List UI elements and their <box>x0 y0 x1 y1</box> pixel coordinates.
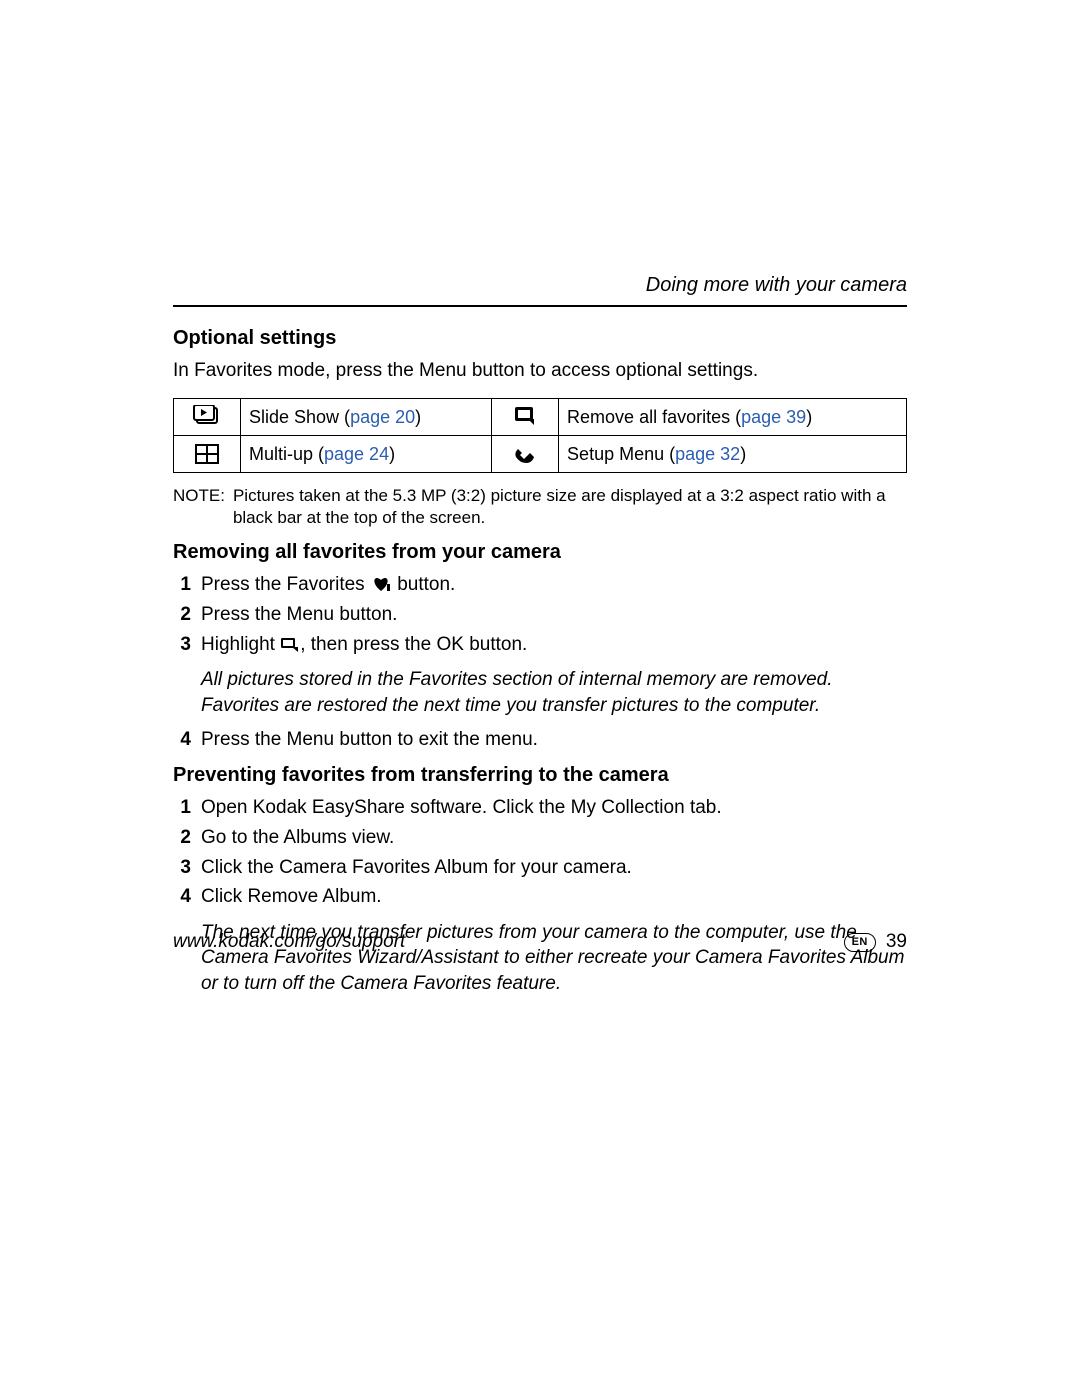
step3-b: , then press the OK button. <box>300 634 527 655</box>
cell-multiup-icon <box>174 435 241 472</box>
step-body: Press the Favorites button. <box>201 572 907 598</box>
step-number: 3 <box>173 632 191 658</box>
step-body: Click the Camera Favorites Album for you… <box>201 855 907 881</box>
remove-favorites-tail: ) <box>806 407 812 427</box>
step-number: 4 <box>173 884 191 910</box>
step-body: Open Kodak EasyShare software. Click the… <box>201 795 907 821</box>
step-body: Click Remove Album. <box>201 884 907 910</box>
list-item: 3 Highlight , then press the OK button. <box>173 632 907 658</box>
cell-setup: Setup Menu (page 32) <box>559 435 907 472</box>
page-number: 39 <box>886 929 907 955</box>
note-label: NOTE: <box>173 485 225 529</box>
step-number: 3 <box>173 855 191 881</box>
page: Doing more with your camera Optional set… <box>0 0 1080 1397</box>
list-item: 4 Click Remove Album. <box>173 884 907 910</box>
footer: www.kodak.com/go/support EN 39 <box>173 929 907 955</box>
step-body: Press the Menu button. <box>201 602 907 628</box>
removing-steps: 1 Press the Favorites button. 2 Press th… <box>173 572 907 657</box>
optional-intro: In Favorites mode, press the Menu button… <box>173 358 907 384</box>
step-number: 4 <box>173 727 191 753</box>
favorites-heart-icon <box>370 575 392 593</box>
step-number: 1 <box>173 795 191 821</box>
multiup-page-link[interactable]: page 24 <box>324 444 389 464</box>
list-item: 2 Press the Menu button. <box>173 602 907 628</box>
footer-right: EN 39 <box>844 929 907 955</box>
step1-a: Press the Favorites <box>201 574 370 595</box>
note: NOTE: Pictures taken at the 5.3 MP (3:2)… <box>173 485 907 529</box>
remove-favorites-icon <box>500 405 550 429</box>
step3-a: Highlight <box>201 634 280 655</box>
multiup-tail: ) <box>389 444 395 464</box>
note-body: Pictures taken at the 5.3 MP (3:2) pictu… <box>233 485 907 529</box>
setup-tail: ) <box>740 444 746 464</box>
step-number: 2 <box>173 602 191 628</box>
step-number: 1 <box>173 572 191 598</box>
list-item: 2 Go to the Albums view. <box>173 825 907 851</box>
multiup-icon <box>182 444 232 464</box>
cell-setup-icon <box>492 435 559 472</box>
setup-label: Setup Menu ( <box>567 444 675 464</box>
remove-favorites-label: Remove all favorites ( <box>567 407 741 427</box>
heading-optional-settings: Optional settings <box>173 325 907 352</box>
heading-removing-favorites: Removing all favorites from your camera <box>173 539 907 566</box>
cell-multiup: Multi-up (page 24) <box>241 435 492 472</box>
cell-slideshow: Slide Show (page 20) <box>241 398 492 435</box>
removing-result: All pictures stored in the Favorites sec… <box>201 667 907 718</box>
slideshow-label: Slide Show ( <box>249 407 350 427</box>
removing-steps-cont: 4 Press the Menu button to exit the menu… <box>173 727 907 753</box>
setup-page-link[interactable]: page 32 <box>675 444 740 464</box>
step-body: Press the Menu button to exit the menu. <box>201 727 907 753</box>
step-body: Go to the Albums view. <box>201 825 907 851</box>
list-item: 1 Open Kodak EasyShare software. Click t… <box>173 795 907 821</box>
cell-slideshow-icon <box>174 398 241 435</box>
multiup-label: Multi-up ( <box>249 444 324 464</box>
slideshow-page-link[interactable]: page 20 <box>350 407 415 427</box>
slideshow-icon <box>182 405 232 429</box>
slideshow-tail: ) <box>415 407 421 427</box>
remove-favorites-inline-icon <box>280 637 300 653</box>
footer-url[interactable]: www.kodak.com/go/support <box>173 929 405 955</box>
list-item: 4 Press the Menu button to exit the menu… <box>173 727 907 753</box>
language-badge: EN <box>844 933 876 952</box>
running-head: Doing more with your camera <box>173 272 907 307</box>
setup-icon <box>500 443 550 465</box>
remove-favorites-page-link[interactable]: page 39 <box>741 407 806 427</box>
step-number: 2 <box>173 825 191 851</box>
list-item: 3 Click the Camera Favorites Album for y… <box>173 855 907 881</box>
list-item: 1 Press the Favorites button. <box>173 572 907 598</box>
optional-settings-table: Slide Show (page 20) Remove all favorite… <box>173 398 907 474</box>
cell-remove-favorites-icon <box>492 398 559 435</box>
step1-b: button. <box>392 574 455 595</box>
heading-preventing-favorites: Preventing favorites from transferring t… <box>173 762 907 789</box>
cell-remove-favorites: Remove all favorites (page 39) <box>559 398 907 435</box>
preventing-steps: 1 Open Kodak EasyShare software. Click t… <box>173 795 907 910</box>
step-body: Highlight , then press the OK button. <box>201 632 907 658</box>
